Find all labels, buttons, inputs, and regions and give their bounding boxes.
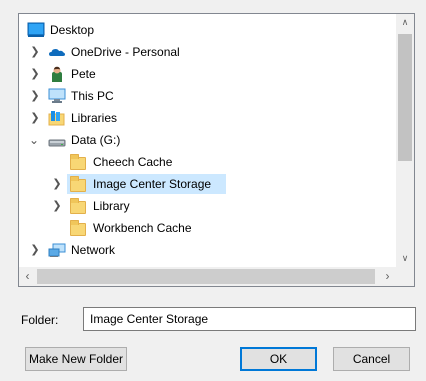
tree-item-workbench-cache[interactable]: Workbench Cache	[19, 217, 396, 239]
tree-item-data-drive[interactable]: ⌄ Data (G:)	[19, 129, 396, 151]
user-icon	[48, 66, 66, 82]
horizontal-scrollbar[interactable]: ‹ ›	[19, 267, 396, 286]
chevron-right-icon[interactable]: ❯	[28, 107, 42, 129]
computer-icon	[48, 88, 66, 104]
chevron-right-icon[interactable]: ❯	[50, 173, 64, 195]
tree-item-library[interactable]: ❯ Library	[19, 195, 396, 217]
scroll-right-icon[interactable]: ›	[379, 267, 396, 286]
scrollbar-corner	[396, 267, 414, 286]
tree-item-label: This PC	[71, 89, 114, 103]
tree-item-label: Pete	[71, 67, 96, 81]
cancel-button[interactable]: Cancel	[333, 347, 410, 371]
scroll-up-icon[interactable]: ∧	[396, 14, 414, 31]
folder-icon	[70, 198, 88, 214]
tree-item-cheech-cache[interactable]: Cheech Cache	[19, 151, 396, 173]
tree-item-label: Network	[71, 243, 116, 257]
chevron-right-icon[interactable]: ❯	[28, 63, 42, 85]
folder-icon	[70, 220, 88, 236]
chevron-down-icon[interactable]: ⌄	[27, 129, 41, 151]
chevron-right-icon[interactable]: ❯	[28, 85, 42, 107]
chevron-right-icon[interactable]: ❯	[28, 41, 42, 63]
tree-item-network[interactable]: ❯ Network	[19, 239, 396, 261]
tree-item-label: Cheech Cache	[93, 155, 173, 169]
tree-item-label: Library	[93, 199, 130, 213]
chevron-right-icon[interactable]: ❯	[28, 239, 42, 261]
tree-item-label: Workbench Cache	[93, 221, 192, 235]
chevron-right-icon[interactable]: ❯	[50, 195, 64, 217]
drive-icon	[48, 132, 66, 148]
tree-item-onedrive[interactable]: ❯ OneDrive - Personal	[19, 41, 396, 63]
tree-item-label: Data (G:)	[71, 133, 121, 147]
folder-icon	[70, 154, 88, 170]
horizontal-scroll-thumb[interactable]	[37, 269, 375, 284]
tree-item-image-center-storage[interactable]: ❯ Image Center Storage	[19, 173, 396, 195]
ok-button[interactable]: OK	[240, 347, 317, 371]
tree-item-libraries[interactable]: ❯ Libraries	[19, 107, 396, 129]
onedrive-cloud-icon	[48, 44, 66, 60]
scroll-down-icon[interactable]: ∨	[396, 250, 414, 267]
desktop-icon	[27, 22, 45, 38]
tree-item-label: Image Center Storage	[93, 177, 212, 191]
folder-name-input[interactable]: Image Center Storage	[83, 307, 416, 331]
folder-field-label: Folder:	[21, 313, 59, 327]
tree-item-pete[interactable]: ❯ Pete	[19, 63, 396, 85]
tree-item-label: Desktop	[50, 23, 95, 37]
folder-tree: Desktop ❯ OneDrive - Personal ❯ Pete ❯ T…	[19, 14, 396, 267]
make-new-folder-button[interactable]: Make New Folder	[25, 347, 127, 371]
folder-tree-panel: Desktop ❯ OneDrive - Personal ❯ Pete ❯ T…	[18, 13, 415, 287]
libraries-icon	[48, 110, 66, 126]
vertical-scrollbar[interactable]: ∧ ∨	[396, 14, 414, 267]
tree-item-label: Libraries	[71, 111, 118, 125]
tree-item-desktop[interactable]: Desktop	[19, 19, 396, 41]
scroll-left-icon[interactable]: ‹	[19, 267, 36, 286]
tree-item-label: OneDrive - Personal	[71, 45, 180, 59]
network-icon	[48, 242, 66, 258]
folder-icon	[70, 176, 88, 192]
vertical-scroll-thumb[interactable]	[398, 34, 412, 161]
tree-item-this-pc[interactable]: ❯ This PC	[19, 85, 396, 107]
